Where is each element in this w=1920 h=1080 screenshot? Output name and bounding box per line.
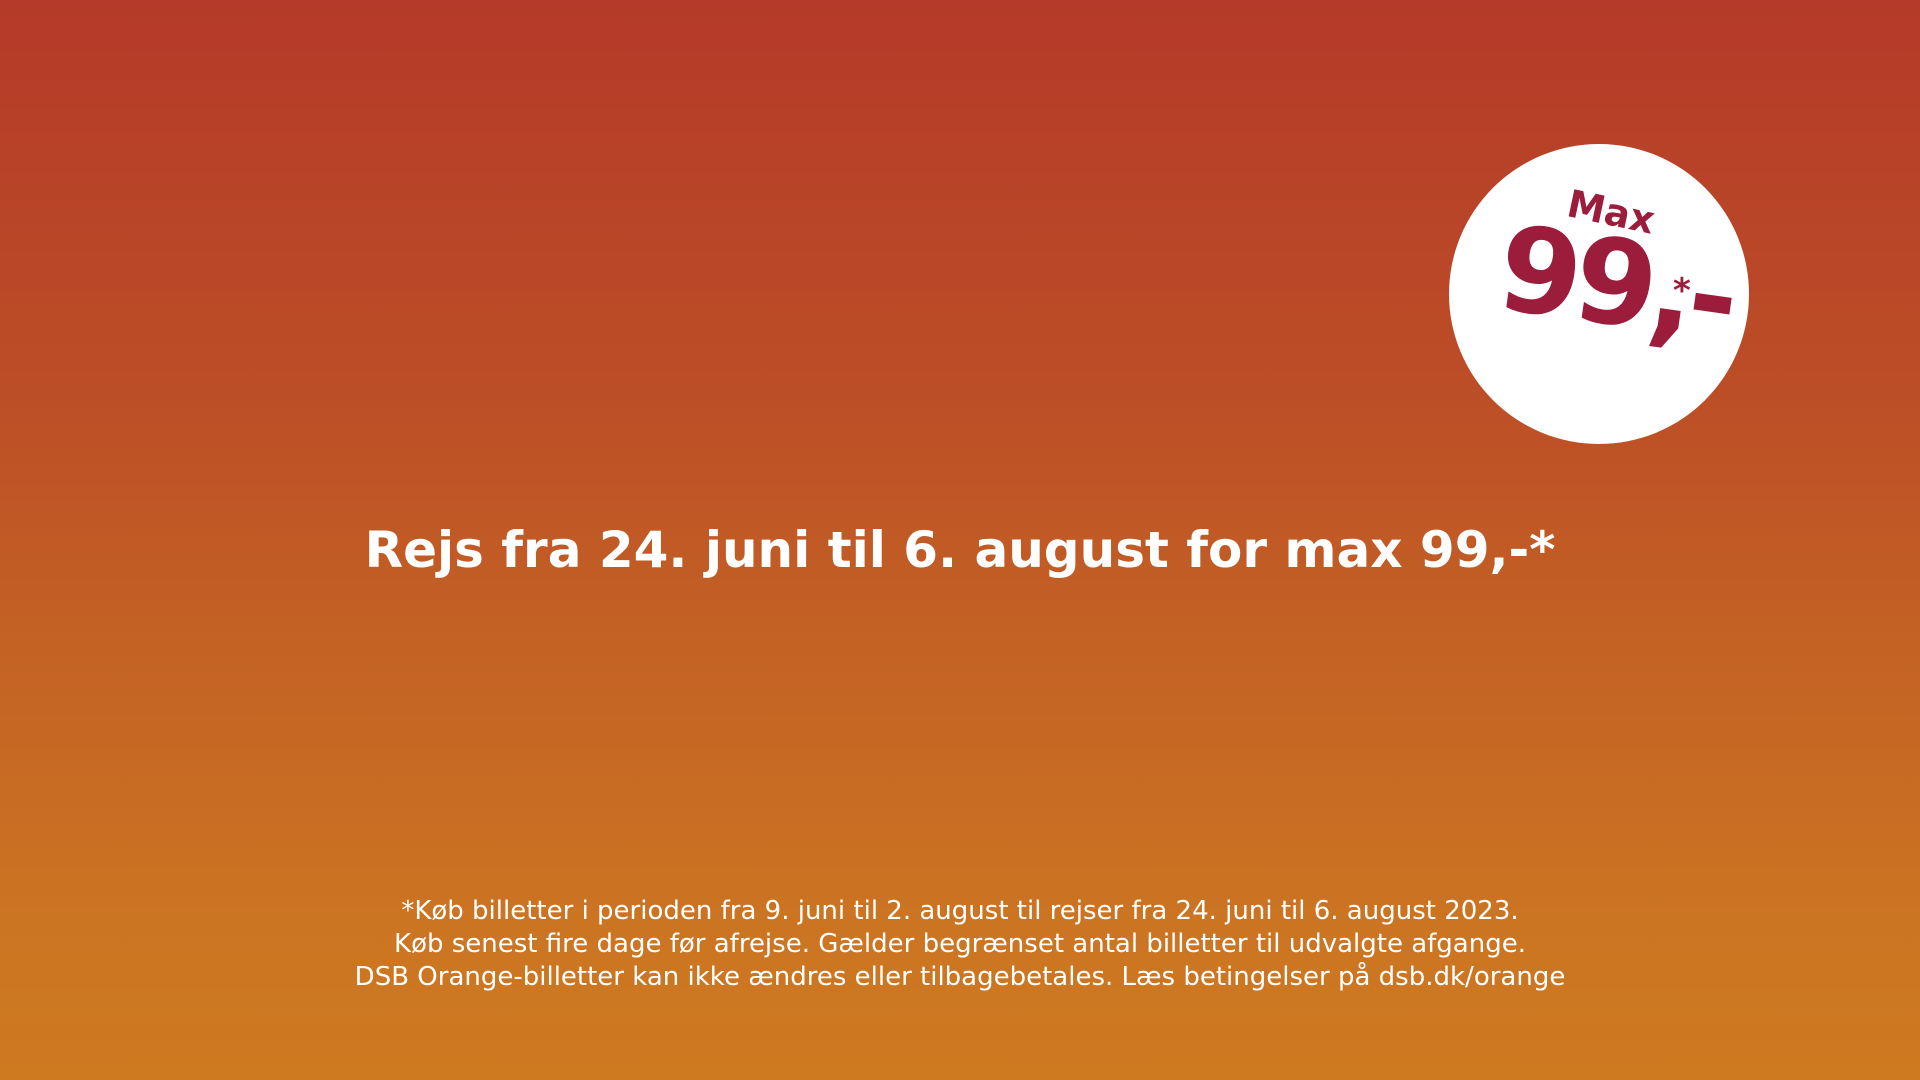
disclaimer-line: Køb senest fire dage før afrejse. Gælder… (394, 929, 1526, 959)
badge-star: * (1673, 271, 1691, 311)
headline: Rejs fra 24. juni til 6. august for max … (364, 521, 1556, 579)
disclaimer: *Køb billetter i perioden fra 9. juni ti… (0, 895, 1920, 994)
disclaimer-line: DSB Orange-billetter kan ikke ændres ell… (354, 962, 1566, 992)
badge-price: 99,- (1490, 198, 1742, 368)
disclaimer-line: *Køb billetter i perioden fra 9. juni ti… (401, 896, 1519, 926)
price-badge: Max 99,- * (1449, 144, 1749, 444)
